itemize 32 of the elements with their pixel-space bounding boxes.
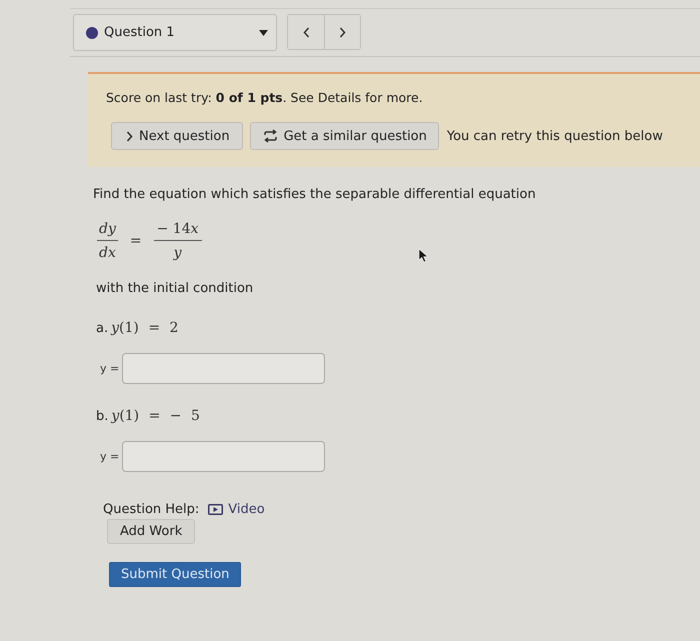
initial-condition: y(1) = − 5 (111, 408, 200, 424)
equals-sign: = (130, 233, 142, 249)
answer-field[interactable] (122, 441, 325, 472)
initial-condition: y(1) = 2 (111, 320, 178, 336)
play-icon (208, 504, 224, 515)
condition-text: with the initial condition (96, 281, 254, 296)
answer-field[interactable] (122, 353, 325, 384)
right-side-fraction: − 14x y (154, 221, 202, 261)
video-link[interactable]: Video (208, 502, 265, 517)
add-work-button[interactable]: Add Work (107, 519, 196, 544)
next-question-button[interactable]: Next question (111, 122, 243, 150)
chevron-right-icon (126, 130, 133, 142)
next-button[interactable] (324, 15, 360, 49)
chevron-right-icon (339, 26, 346, 38)
submit-button[interactable]: Submit Question (109, 562, 242, 587)
similar-question-button[interactable]: Get a similar question (250, 122, 439, 150)
help-label: Question Help: (103, 502, 200, 517)
question-selector[interactable]: Question 1 (73, 14, 277, 51)
part-label: a. (96, 321, 108, 336)
retry-note: You can retry this question below (446, 128, 663, 144)
answer-label: y = (100, 362, 120, 375)
status-dot-icon (86, 26, 98, 38)
score-text: Score on last try: 0 of 1 pts. See Details for more. (106, 90, 424, 105)
caret-icon (259, 30, 268, 36)
chevron-left-icon (302, 26, 310, 38)
mouse-pointer-icon (418, 248, 429, 263)
repeat-arrows-icon (262, 129, 278, 143)
question-prompt: Find the equation which satisfies the separable differential equation (93, 187, 537, 202)
answer-label: y = (100, 450, 120, 463)
derivative-fraction: dy dx (97, 221, 118, 261)
part-label: b. (96, 409, 108, 424)
question-title: Question 1 (104, 25, 176, 40)
